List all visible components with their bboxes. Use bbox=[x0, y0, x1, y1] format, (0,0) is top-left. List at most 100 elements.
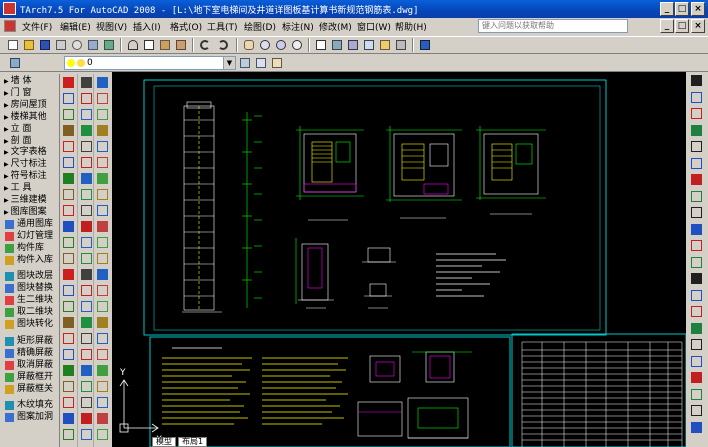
block-icon[interactable] bbox=[97, 141, 108, 152]
drawing-area[interactable]: Y X bbox=[112, 72, 686, 447]
text-icon[interactable] bbox=[81, 189, 92, 200]
block-icon[interactable] bbox=[97, 269, 108, 280]
grid-icon[interactable] bbox=[97, 109, 108, 120]
block-icon[interactable] bbox=[97, 397, 108, 408]
palette-item[interactable]: ▶ 符号标注 bbox=[4, 171, 58, 182]
palette-item[interactable]: 构件库 bbox=[4, 243, 58, 254]
plot-preview-icon[interactable] bbox=[70, 38, 84, 52]
palette-item[interactable]: 图块转化 bbox=[4, 319, 58, 330]
palette-item[interactable]: 矩形屏蔽 bbox=[4, 336, 58, 347]
symbol-icon[interactable] bbox=[81, 221, 92, 232]
column-icon[interactable] bbox=[97, 93, 108, 104]
properties-icon[interactable] bbox=[314, 38, 328, 52]
mirror-icon[interactable] bbox=[691, 388, 702, 400]
palette-item[interactable]: ▶ 房间屋顶 bbox=[4, 100, 58, 111]
column-icon[interactable] bbox=[97, 349, 108, 360]
symbol-icon[interactable] bbox=[81, 413, 92, 424]
room-icon[interactable] bbox=[81, 125, 92, 136]
palette-item[interactable]: 精确屏蔽 bbox=[4, 348, 58, 359]
pan-icon[interactable] bbox=[242, 38, 256, 52]
layer-states-icon[interactable] bbox=[270, 56, 284, 70]
spline-icon[interactable] bbox=[63, 205, 74, 216]
tool-palettes-icon[interactable] bbox=[346, 38, 360, 52]
trim-icon[interactable] bbox=[691, 223, 702, 235]
palette-item[interactable]: 图案加洞 bbox=[4, 412, 58, 423]
palette-item[interactable]: ▶ 文字表格 bbox=[4, 147, 58, 158]
region-icon[interactable] bbox=[63, 317, 74, 328]
point-icon[interactable] bbox=[63, 269, 74, 280]
dimension-icon[interactable] bbox=[81, 397, 92, 408]
construction-line-icon[interactable] bbox=[63, 381, 74, 392]
layer-manager-icon[interactable] bbox=[8, 56, 22, 70]
copy-icon[interactable] bbox=[142, 38, 156, 52]
polyline-icon[interactable] bbox=[63, 397, 74, 408]
copy-object-icon[interactable] bbox=[691, 91, 702, 103]
axis-icon[interactable] bbox=[97, 333, 108, 344]
elevation-icon[interactable] bbox=[81, 349, 92, 360]
door-icon[interactable] bbox=[81, 93, 92, 104]
menu-modify[interactable]: 修改(M) bbox=[319, 20, 352, 33]
palette-item[interactable]: 取二维块 bbox=[4, 307, 58, 318]
mtext-icon[interactable] bbox=[63, 349, 74, 360]
erase-icon[interactable] bbox=[691, 355, 702, 367]
palette-item[interactable]: 生二维块 bbox=[4, 295, 58, 306]
section-icon[interactable] bbox=[81, 173, 92, 184]
hatch-pattern-icon[interactable] bbox=[97, 173, 108, 184]
palette-item[interactable]: 图块改层 bbox=[4, 271, 58, 282]
match-properties-icon[interactable] bbox=[174, 38, 188, 52]
layer-previous-icon[interactable] bbox=[254, 56, 268, 70]
move-icon[interactable] bbox=[691, 157, 702, 169]
doc-close-button[interactable]: × bbox=[691, 19, 705, 33]
publish-icon[interactable] bbox=[86, 38, 100, 52]
paste-icon[interactable] bbox=[158, 38, 172, 52]
rotate-icon[interactable] bbox=[691, 174, 702, 185]
rectangle-icon[interactable] bbox=[63, 141, 74, 152]
layer-select[interactable]: 0 ▼ bbox=[64, 56, 236, 70]
menu-view[interactable]: 视图(V) bbox=[96, 20, 127, 33]
rectangle-icon[interactable] bbox=[63, 429, 74, 440]
tab-model[interactable]: 模型 bbox=[152, 437, 176, 447]
offset-icon[interactable] bbox=[691, 124, 702, 136]
axis-icon[interactable] bbox=[97, 205, 108, 216]
hatch-pattern-icon[interactable] bbox=[97, 301, 108, 312]
wall-icon[interactable] bbox=[81, 77, 92, 88]
3d-dwf-icon[interactable] bbox=[102, 38, 116, 52]
tools-icon[interactable] bbox=[81, 237, 92, 248]
construction-line-icon[interactable] bbox=[63, 93, 74, 104]
line-icon[interactable] bbox=[63, 77, 74, 88]
menu-format[interactable]: 格式(O) bbox=[170, 20, 202, 33]
copy-object-icon[interactable] bbox=[691, 372, 702, 383]
mirror-icon[interactable] bbox=[691, 108, 702, 119]
explode-icon[interactable] bbox=[691, 339, 702, 350]
array-icon[interactable] bbox=[691, 421, 702, 433]
axis-icon[interactable] bbox=[97, 77, 108, 88]
menu-insert[interactable]: 插入(I) bbox=[133, 20, 161, 33]
layer-icon[interactable] bbox=[97, 253, 108, 264]
palette-item[interactable]: 屏蔽框关 bbox=[4, 384, 58, 395]
palette-item[interactable]: 图块替换 bbox=[4, 283, 58, 294]
palette-item[interactable]: ▶ 三维建模 bbox=[4, 195, 58, 206]
break-icon[interactable] bbox=[691, 273, 702, 284]
calculator-icon[interactable] bbox=[394, 38, 408, 52]
hatch-icon[interactable] bbox=[63, 285, 74, 296]
layer-icon[interactable] bbox=[97, 125, 108, 136]
menu-edit[interactable]: 编辑(E) bbox=[60, 20, 91, 33]
offset-icon[interactable] bbox=[691, 405, 702, 416]
wall-icon[interactable] bbox=[81, 269, 92, 280]
undo-icon[interactable] bbox=[198, 38, 212, 52]
column-icon[interactable] bbox=[97, 221, 108, 232]
palette-item[interactable]: 通用图库 bbox=[4, 219, 58, 230]
tools-icon[interactable] bbox=[81, 429, 92, 440]
palette-item[interactable]: ▶ 尺寸标注 bbox=[4, 159, 58, 170]
drawing-canvas[interactable]: Y X bbox=[112, 72, 686, 447]
arc-icon[interactable] bbox=[63, 157, 74, 168]
stair-icon[interactable] bbox=[81, 141, 92, 152]
palette-item[interactable]: ▶ 工 具 bbox=[4, 183, 58, 194]
polyline-icon[interactable] bbox=[63, 109, 74, 120]
erase-icon[interactable] bbox=[691, 75, 702, 86]
palette-item[interactable]: ▶ 门 窗 bbox=[4, 88, 58, 99]
palette-item[interactable]: 木纹填充 bbox=[4, 400, 58, 411]
table-edit-icon[interactable] bbox=[97, 189, 108, 200]
menu-help[interactable]: 帮助(H) bbox=[395, 20, 427, 33]
minimize-button[interactable]: _ bbox=[660, 2, 674, 16]
